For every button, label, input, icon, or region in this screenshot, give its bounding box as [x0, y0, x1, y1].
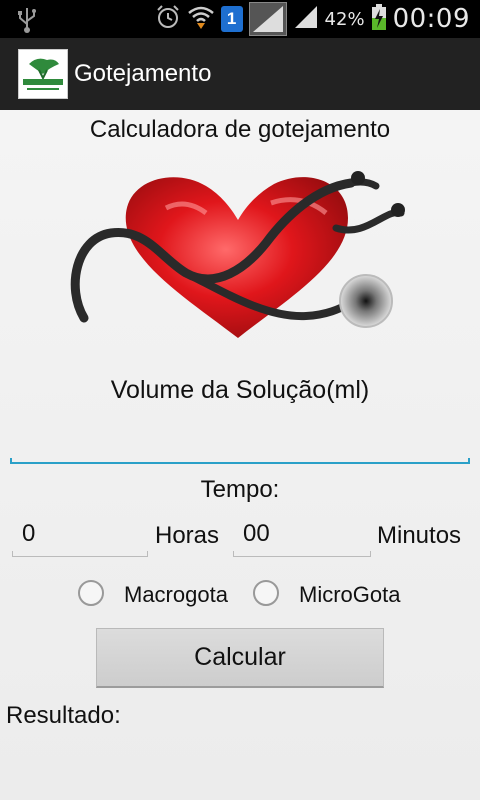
hours-input[interactable] — [12, 516, 148, 552]
status-bar: 1 42% 00:09 — [0, 0, 480, 38]
heart-stethoscope-image — [66, 168, 411, 363]
usb-icon — [16, 6, 38, 39]
microgota-label[interactable]: MicroGota — [299, 582, 400, 608]
page-title: Calculadora de gotejamento — [89, 116, 391, 143]
signal-box-icon — [248, 2, 287, 36]
minutes-label: Minutos — [377, 522, 462, 549]
hours-input-underline — [12, 551, 148, 557]
volume-label: Volume da Solução(ml) — [110, 376, 370, 404]
app-title: Gotejamento — [74, 60, 212, 87]
signal-icon — [293, 4, 319, 35]
sim-badge: 1 — [220, 6, 243, 32]
battery-percent: 42% — [324, 8, 365, 30]
app-logo-icon[interactable] — [18, 49, 68, 99]
macrogota-label[interactable]: Macrogota — [124, 582, 228, 608]
hours-label: Horas — [155, 522, 220, 549]
main-content: Calculadora de gotejamento Volume da Sol… — [0, 110, 480, 800]
alarm-icon — [155, 4, 181, 35]
minutes-input-underline — [233, 551, 371, 557]
wifi-icon — [187, 4, 215, 35]
tempo-label: Tempo: — [200, 476, 280, 503]
volume-input-underline — [10, 458, 470, 464]
action-bar: Gotejamento — [0, 38, 480, 110]
minutes-input[interactable] — [233, 516, 371, 552]
macrogota-radio[interactable] — [78, 580, 104, 606]
calculate-button[interactable]: Calcular — [96, 628, 384, 688]
microgota-radio[interactable] — [253, 580, 279, 606]
clock: 00:09 — [392, 4, 470, 34]
battery-charging-icon — [371, 3, 387, 36]
result-label: Resultado: — [6, 702, 121, 729]
